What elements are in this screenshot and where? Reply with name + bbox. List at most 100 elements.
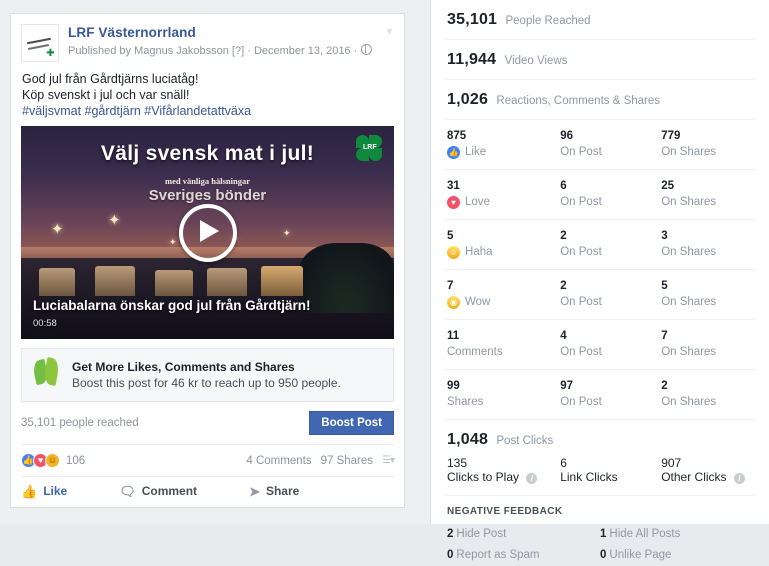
- like-button[interactable]: 👍 Like: [21, 484, 67, 498]
- avatar[interactable]: ✚: [21, 24, 59, 62]
- comment-button[interactable]: 🗨 Comment: [119, 484, 197, 498]
- reaction-pills[interactable]: 👍 ♥ ☺ 106: [21, 453, 85, 468]
- negative-feedback-title: NEGATIVE FEEDBACK: [447, 506, 563, 517]
- post-clicks-breakdown: 135 Clicks to Play i 6 Link Clicks 907 O…: [445, 456, 755, 496]
- post-card: ✚ LRF Västernorrland Published by Magnus…: [10, 13, 405, 508]
- haha-icon: ☺: [447, 245, 460, 259]
- link-clicks-label: Link Clicks: [560, 470, 618, 484]
- hay-bale: [207, 268, 247, 297]
- breakdown-onpost-cell: 4 On Post: [560, 329, 661, 360]
- breakdown-row-wow: 7 ◉ Wow 2 On Post 5 On Shares: [445, 270, 755, 320]
- post-author[interactable]: Magnus Jakobsson: [134, 45, 229, 57]
- people-reached-value: 35,101: [447, 11, 498, 28]
- comments-count[interactable]: 4 Comments: [246, 455, 311, 467]
- post-hashtags[interactable]: #väljsvmat #gårdtjärn #Vifårlandetattväx…: [22, 103, 393, 119]
- post-date[interactable]: December 13, 2016: [254, 45, 351, 57]
- haha-on-shares-value: 3: [661, 230, 668, 242]
- share-arrow-icon: ➤: [249, 483, 260, 499]
- chart-caret-icon[interactable]: ☰▾: [382, 455, 395, 466]
- boost-promo[interactable]: Get More Likes, Comments and Shares Boos…: [21, 348, 394, 402]
- star-icon: ✦: [283, 228, 291, 239]
- video-views-label: Video Views: [504, 55, 568, 67]
- shares-count[interactable]: 97 Shares: [321, 455, 373, 467]
- engagement-label: Reactions, Comments & Shares: [496, 95, 661, 107]
- shares-on-post-value: 97: [560, 380, 574, 392]
- haha-total: 5: [447, 230, 454, 242]
- clicks-to-play-cell: 135 Clicks to Play i: [447, 456, 560, 484]
- clicks-to-play-value: 135: [447, 456, 468, 470]
- page-name[interactable]: LRF Västernorrland: [68, 25, 372, 41]
- breakdown-onpost-cell: 6 On Post: [560, 179, 661, 210]
- haha-label-cell: ☺ Haha: [447, 244, 560, 260]
- like-icon: 👍: [447, 145, 460, 159]
- haha-label: Haha: [465, 246, 493, 258]
- like-on-post-value: 96: [560, 130, 574, 142]
- like-on-shares-label: On Shares: [661, 146, 717, 158]
- love-on-post-label: On Post: [560, 196, 602, 208]
- shares-on-shares-value: 2: [661, 380, 668, 392]
- breakdown-onpost-cell: 97 On Post: [560, 379, 661, 410]
- comments-on-shares-label: On Shares: [661, 346, 717, 358]
- play-icon[interactable]: [178, 203, 237, 262]
- wow-on-post-label: On Post: [560, 296, 602, 308]
- summary-row-video-views: 11,944 Video Views: [445, 40, 755, 80]
- breakdown-row-haha: 5 ☺ Haha 2 On Post 3 On Shares: [445, 220, 755, 270]
- haha-on-post-label: On Post: [560, 246, 602, 258]
- comments-shares-summary: 4 Comments 97 Shares ☰▾: [237, 455, 395, 467]
- info-icon[interactable]: i: [733, 473, 745, 484]
- negative-feedback-grid: 2 Hide Post 1 Hide All Posts 0 Report as Sp…: [447, 524, 753, 566]
- hide-all-posts-value: 1: [600, 528, 607, 540]
- report-spam-label: Report as Spam: [456, 549, 540, 561]
- negative-feedback-hide-all-posts: 1 Hide All Posts: [600, 524, 753, 545]
- share-button-label: Share: [265, 484, 300, 498]
- love-on-shares-value: 25: [661, 180, 674, 192]
- breakdown-onshares-cell: 7 On Shares: [661, 329, 753, 360]
- negative-feedback-section: NEGATIVE FEEDBACK 2 Hide Post 1 Hide All P…: [445, 496, 755, 566]
- comments-on-post-label: On Post: [560, 346, 602, 358]
- wow-label: Wow: [465, 296, 491, 308]
- boost-promo-text: Get More Likes, Comments and Shares Boos…: [72, 359, 341, 392]
- summary-row-engagement: 1,026 Reactions, Comments & Shares: [445, 80, 755, 120]
- reach-row: 35,101 people reached Boost Post: [21, 402, 394, 445]
- report-spam-value: 0: [447, 549, 454, 561]
- negative-feedback-report-spam: 0 Report as Spam: [447, 545, 600, 566]
- breakdown-row-shares: 99 Shares 97 On Post 2 On Shares: [445, 370, 755, 420]
- share-button[interactable]: ➤ Share: [249, 484, 299, 498]
- breakdown-row-like: 875 👍 Like 96 On Post 779 On Shares: [445, 120, 755, 170]
- post-action-bar: 👍 Like 🗨 Comment ➤ Share: [21, 477, 394, 507]
- clicks-to-play-label: Clicks to Play: [447, 470, 520, 484]
- comment-button-label: Comment: [141, 484, 198, 498]
- clicks-to-play-label-wrap: Clicks to Play i: [447, 470, 560, 484]
- breakdown-total-cell: 31 ♥ Love: [447, 179, 560, 210]
- published-by-label: Published by: [68, 45, 131, 57]
- video-duration: 00:58: [33, 318, 57, 329]
- wow-total: 7: [447, 280, 454, 292]
- chevron-down-icon[interactable]: ▾: [384, 25, 395, 37]
- breakdown-total-cell: 5 ☺ Haha: [447, 229, 560, 260]
- boost-post-button[interactable]: Boost Post: [309, 411, 394, 435]
- reaction-count[interactable]: 106: [66, 455, 85, 467]
- hide-all-posts-label: Hide All Posts: [609, 528, 681, 540]
- video-subtitle-2: Sveriges bönder: [148, 187, 267, 204]
- post-body-line-2: Köp svenskt i jul och var snäll!: [22, 88, 190, 102]
- meta-separator-1: ·: [247, 45, 251, 57]
- breakdown-total-cell: 99 Shares: [447, 379, 560, 410]
- engagement-value: 1,026: [447, 91, 489, 108]
- post-clicks-header: 1,048 Post Clicks: [445, 420, 755, 456]
- wow-on-shares-label: On Shares: [661, 296, 717, 308]
- people-reached-text[interactable]: 35,101 people reached: [21, 417, 139, 429]
- haha-on-post-value: 2: [560, 230, 567, 242]
- info-icon[interactable]: i: [526, 473, 538, 484]
- post-meta: Published by Magnus Jakobsson [?] · Dece…: [68, 44, 373, 59]
- video-thumbnail[interactable]: ✦ ✦ ✦ ✦ ✦ LRF Välj svensk mat i jul! med…: [21, 126, 394, 339]
- boost-subtitle: Boost this post for 46 kr to reach up to…: [72, 375, 341, 390]
- clover-icon: ✚: [46, 48, 55, 59]
- reactions-summary-row: 👍 ♥ ☺ 106 4 Comments 97 Shares ☰▾: [21, 445, 395, 477]
- other-clicks-value: 907: [661, 456, 682, 470]
- love-on-shares-label: On Shares: [661, 196, 717, 208]
- breakdown-onshares-cell: 3 On Shares: [661, 229, 753, 260]
- love-label: Love: [465, 196, 490, 208]
- insights-panel: 35,101 People Reached 11,944 Video Views…: [430, 0, 769, 561]
- breakdown-onshares-cell: 25 On Shares: [661, 179, 753, 210]
- other-clicks-label: Other Clicks: [661, 470, 727, 484]
